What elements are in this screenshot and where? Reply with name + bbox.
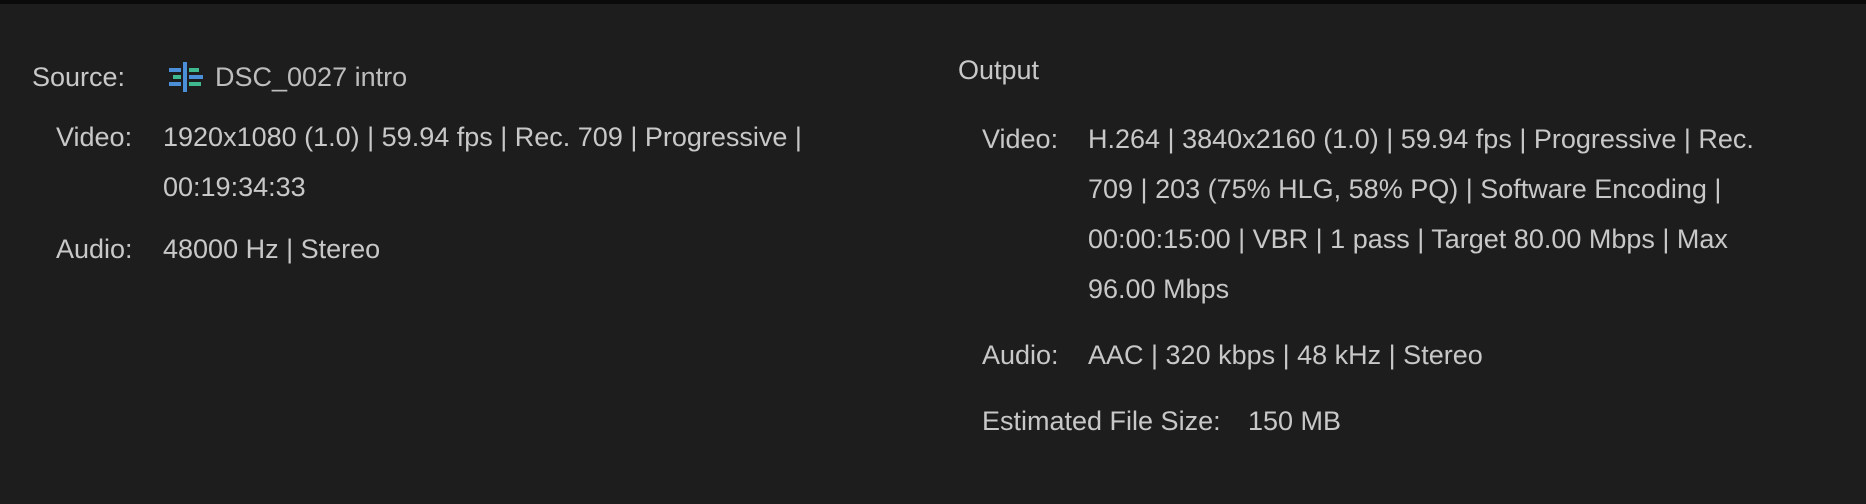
source-audio-value: 48000 Hz | Stereo [163,234,381,264]
output-title: Output [958,55,1040,85]
output-video-label: Video: [982,124,1059,154]
source-panel: Source: DSC_0027 intro Video: 1920x1080 … [32,50,932,274]
source-audio-label: Audio: [56,234,133,264]
output-video-value: H.264 | 3840x2160 (1.0) | 59.94 fps | Pr… [1088,124,1754,304]
source-name: DSC_0027 intro [215,61,408,92]
source-heading: Source: DSC_0027 intro [32,50,932,104]
source-label: Source: [32,62,126,92]
output-audio-label: Audio: [982,340,1059,370]
source-video-value: 1920x1080 (1.0) | 59.94 fps | Rec. 709 |… [163,122,802,202]
source-audio-row: Audio: 48000 Hz | Stereo [56,224,932,274]
source-video-label: Video: [56,122,133,152]
output-audio-value: AAC | 320 kbps | 48 kHz | Stereo [1088,340,1483,370]
filesize-label: Estimated File Size: [982,406,1221,436]
top-border [0,0,1866,4]
output-audio-row: Audio: AAC | 320 kbps | 48 kHz | Stereo [982,330,1838,380]
output-video-row: Video: H.264 | 3840x2160 (1.0) | 59.94 f… [982,114,1838,314]
filesize-value: 150 MB [1248,406,1342,436]
sequence-icon [169,62,203,92]
estimated-file-size-row: Estimated File Size: 150 MB [982,396,1838,446]
output-panel: Output Video: H.264 | 3840x2160 (1.0) | … [958,50,1838,446]
source-video-row: Video: 1920x1080 (1.0) | 59.94 fps | Rec… [56,112,932,212]
